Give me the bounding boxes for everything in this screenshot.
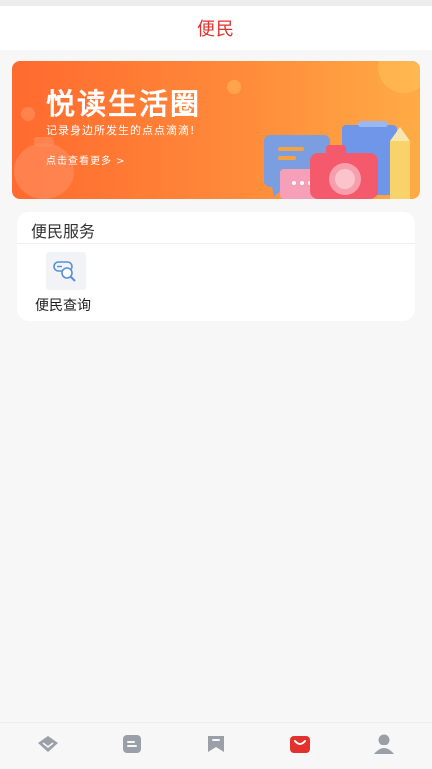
tab-home[interactable]	[5, 723, 91, 769]
tab-profile[interactable]	[341, 723, 427, 769]
top-bar: 便民	[0, 6, 432, 50]
service-card: 便民服务 便民查询	[17, 212, 415, 321]
bottom-tab-bar	[0, 722, 432, 769]
page-title: 便民	[197, 19, 235, 40]
search-query-icon	[46, 252, 86, 290]
diamond-icon	[36, 734, 60, 758]
user-icon	[372, 733, 396, 759]
section-divider	[17, 243, 415, 244]
section-title: 便民服务	[31, 222, 96, 241]
tab-articles[interactable]	[89, 723, 175, 769]
banner-subtitle: 记录身边所发生的点点滴滴!	[46, 124, 196, 137]
bookmark-icon	[205, 733, 227, 759]
banner-more-link[interactable]: 点击查看更多 >	[46, 152, 126, 167]
promo-banner[interactable]: 悦读生活圈 记录身边所发生的点点滴滴! 点击查看更多 >	[12, 61, 420, 199]
tab-services[interactable]	[257, 723, 343, 769]
shopping-bag-icon	[288, 733, 312, 759]
service-item-query[interactable]: 便民查询	[31, 252, 105, 318]
banner-headline: 悦读生活圈	[46, 87, 202, 121]
tab-bookmarks[interactable]	[173, 723, 259, 769]
service-item-label: 便民查询	[35, 298, 91, 314]
document-icon	[121, 733, 143, 759]
